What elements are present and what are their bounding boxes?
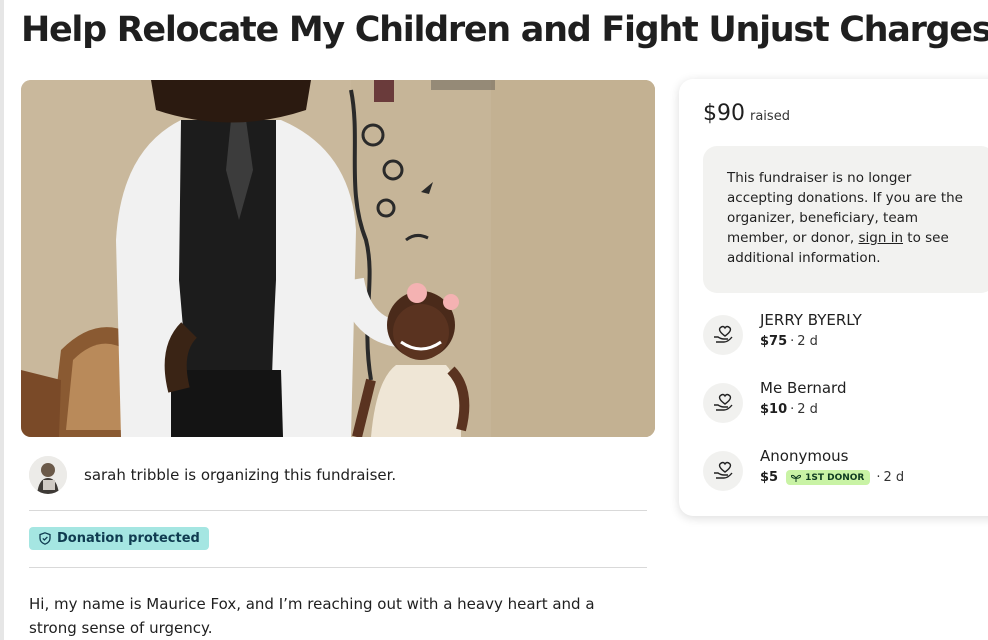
story-text: Hi, my name is Maurice Fox, and I’m reac… (29, 595, 595, 637)
donation-protected-label: Donation protected (57, 531, 200, 546)
shield-icon (39, 532, 51, 545)
raised-amount: $90 (703, 101, 745, 126)
donor-name: Anonymous (760, 447, 849, 465)
donor-item: Anonymous $5 1ST DONOR · 2 d (703, 447, 988, 491)
donation-protected-badge[interactable]: Donation protected (29, 527, 209, 550)
donor-amount: $10 (760, 402, 788, 417)
heart-hand-icon (703, 383, 743, 423)
organizer-avatar (29, 456, 67, 494)
closed-notice: This fundraiser is no longer accepting d… (703, 146, 988, 293)
campaign-photo (21, 80, 655, 437)
donor-time: 2 d (797, 334, 818, 349)
page-title: Help Relocate My Children and Fight Unju… (21, 10, 988, 50)
donor-meta: $10 · 2 d (760, 402, 818, 417)
donor-meta: $5 1ST DONOR · 2 d (760, 470, 905, 485)
donation-sidebar-card: $90 raised This fundraiser is no longer … (679, 79, 988, 516)
donor-amount: $75 (760, 334, 788, 349)
donor-meta: $75 · 2 d (760, 334, 818, 349)
donor-item: JERRY BYERLY $75 · 2 d (703, 311, 988, 355)
organizer-text: sarah tribble is organizing this fundrai… (84, 466, 397, 484)
heart-hand-icon (703, 315, 743, 355)
first-donor-badge: 1ST DONOR (786, 470, 871, 485)
raised-summary: $90 raised (703, 101, 790, 126)
donor-name: JERRY BYERLY (760, 311, 862, 329)
donor-name: Me Bernard (760, 379, 847, 397)
window-left-edge (0, 0, 4, 640)
heart-hand-icon (703, 451, 743, 491)
donor-time: 2 d (797, 402, 818, 417)
divider (29, 510, 647, 511)
sprout-icon (791, 474, 802, 482)
donor-amount: $5 (760, 470, 779, 485)
first-donor-label: 1ST DONOR (805, 472, 865, 483)
raised-label: raised (750, 109, 790, 124)
sign-in-link[interactable]: sign in (859, 230, 904, 246)
organizer-row: sarah tribble is organizing this fundrai… (29, 455, 649, 495)
donor-time: 2 d (883, 470, 905, 485)
donor-item: Me Bernard $10 · 2 d (703, 379, 988, 423)
divider (29, 567, 647, 568)
